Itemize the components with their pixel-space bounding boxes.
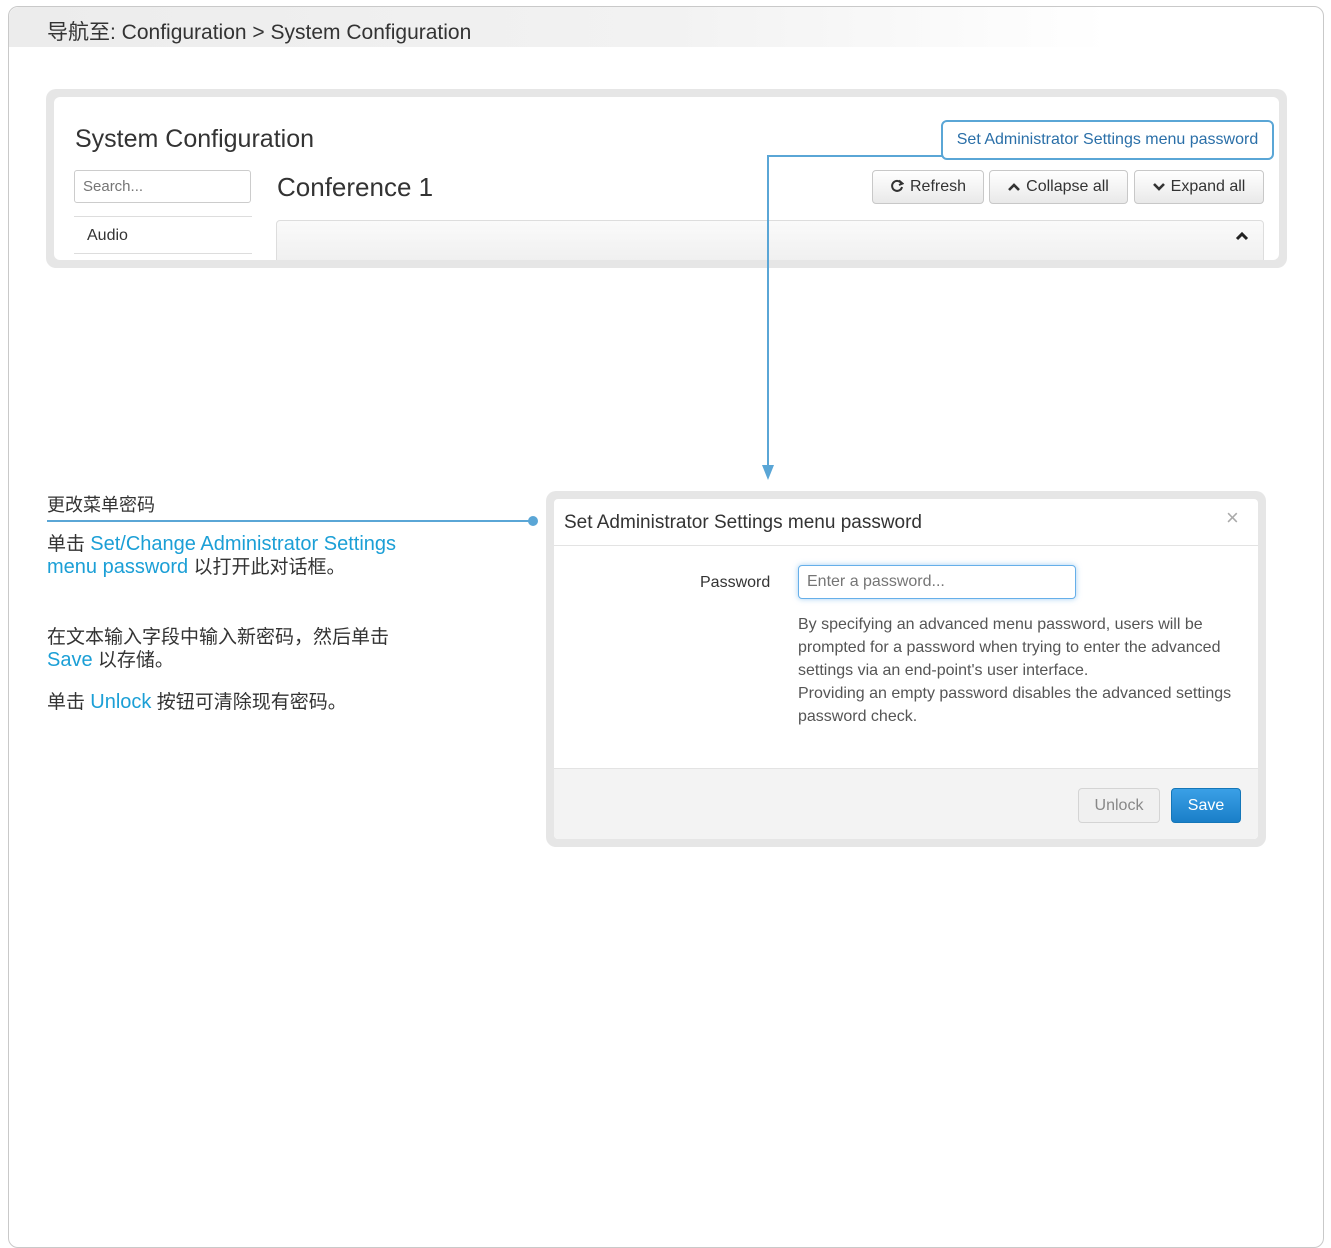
unlock-button[interactable]: Unlock <box>1078 788 1160 823</box>
password-dialog: Set Administrator Settings menu password… <box>554 499 1258 839</box>
system-configuration-panel: System Configuration Audio Conference 1 … <box>46 89 1287 268</box>
breadcrumb: 导航至: Configuration > System Configuratio… <box>47 21 472 44</box>
refresh-icon <box>890 179 905 196</box>
password-field[interactable] <box>798 565 1076 599</box>
expand-all-button[interactable]: Expand all <box>1134 170 1264 204</box>
instruction-paragraph-3: 单击 Unlock 按钮可清除现有密码。 <box>47 691 427 714</box>
instructions-pointer-line <box>47 520 532 522</box>
dialog-title: Set Administrator Settings menu password <box>564 512 923 533</box>
dialog-header-divider <box>554 545 1258 546</box>
instruction-highlight: Save <box>47 649 93 671</box>
help-text-2: Providing an empty password disables the… <box>798 685 1232 725</box>
instruction-text: 单击 <box>47 692 91 713</box>
collapse-all-label: Collapse all <box>1026 178 1109 195</box>
instruction-highlight: Unlock <box>90 691 152 713</box>
chevron-up-icon[interactable] <box>1235 229 1249 245</box>
sidebar-divider <box>74 216 252 217</box>
close-icon[interactable]: × <box>1226 505 1239 531</box>
instructions-pointer-dot <box>528 516 538 526</box>
refresh-label: Refresh <box>909 178 967 195</box>
dialog-footer: Unlock Save <box>554 768 1258 839</box>
chevron-up-icon <box>1008 180 1021 195</box>
instruction-text: 以打开此对话框。 <box>188 557 346 578</box>
set-admin-password-link[interactable]: Set Administrator Settings menu password <box>941 120 1274 160</box>
collapse-all-button[interactable]: Collapse all <box>989 170 1128 204</box>
dialog-frame: Set Administrator Settings menu password… <box>546 491 1266 847</box>
help-text-1: By specifying an advanced menu password,… <box>798 616 1221 679</box>
password-label: Password <box>700 574 771 591</box>
section-header-bar[interactable] <box>276 220 1264 260</box>
arrow-down-icon <box>762 465 774 480</box>
save-button[interactable]: Save <box>1171 788 1241 823</box>
instructions-heading: 更改菜单密码 <box>47 495 155 515</box>
instruction-text: 单击 <box>47 534 91 555</box>
chevron-down-icon <box>1152 180 1165 195</box>
sidebar-divider <box>74 253 252 254</box>
section-title: Conference 1 <box>277 172 434 202</box>
password-help-text: By specifying an advanced menu password,… <box>798 613 1248 728</box>
refresh-button[interactable]: Refresh <box>872 170 984 204</box>
connector-line <box>767 155 769 467</box>
page-title: System Configuration <box>75 125 315 153</box>
instruction-paragraph-1: 单击 Set/Change Administrator Settings men… <box>47 533 427 579</box>
instruction-paragraph-2: 在文本输入字段中输入新密码，然后单击 Save 以存储。 <box>47 627 427 672</box>
connector-line <box>767 155 943 157</box>
sidebar-item-audio[interactable]: Audio <box>87 227 128 245</box>
instruction-text: 以存储。 <box>92 650 174 671</box>
instruction-text: 按钮可清除现有密码。 <box>151 692 347 713</box>
search-input[interactable] <box>74 170 251 203</box>
expand-all-label: Expand all <box>1170 178 1246 195</box>
instruction-text: 在文本输入字段中输入新密码，然后单击 <box>47 627 390 648</box>
